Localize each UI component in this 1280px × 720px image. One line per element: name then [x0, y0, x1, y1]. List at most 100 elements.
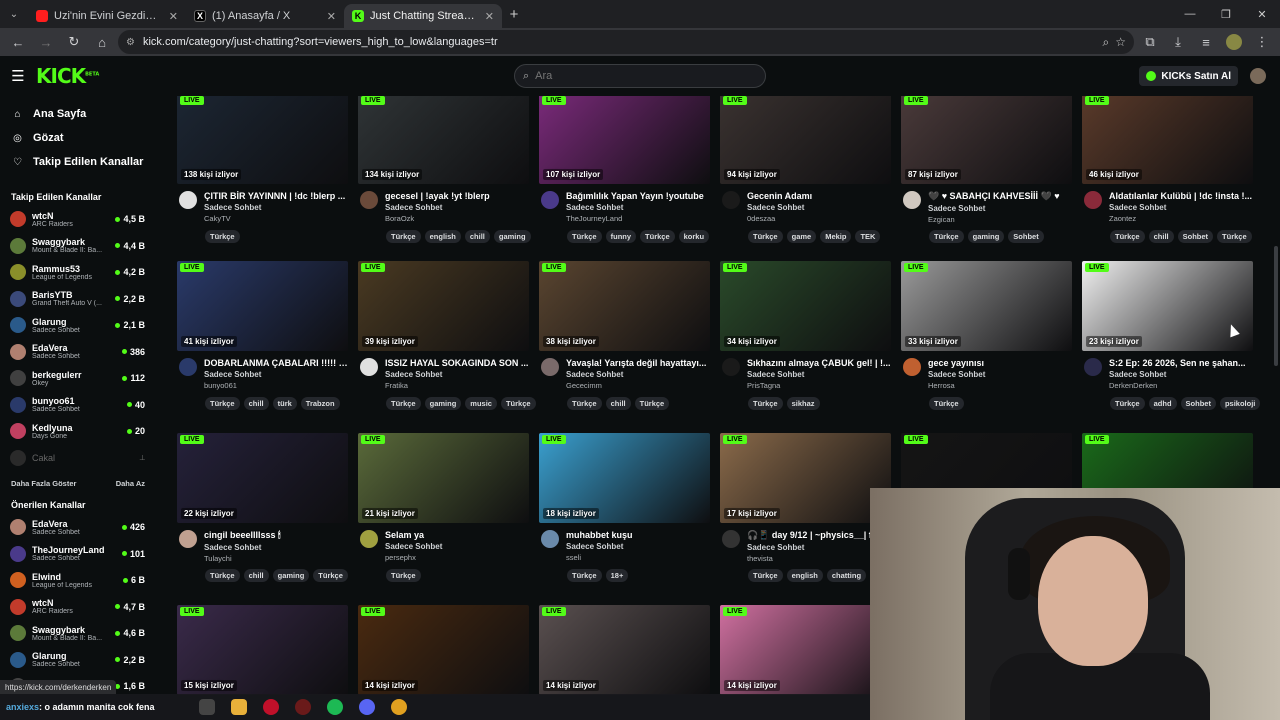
streamer-avatar[interactable] — [722, 530, 740, 548]
stream-card[interactable]: LIVE 34 kişi izliyor Sıkhazını almaya ÇA… — [720, 261, 891, 410]
sidebar-channel[interactable]: Glarung Sadece Sohbet 2,2 B — [0, 647, 156, 674]
stream-channel[interactable]: sseli — [566, 553, 710, 562]
stream-card[interactable]: LIVE 39 kişi izliyor ISSIZ HAYAL SOKAGIN… — [358, 261, 536, 410]
stream-channel[interactable]: Zaontez — [1109, 214, 1253, 223]
stream-title[interactable]: gecesel | !ayak !yt !blerp — [385, 191, 529, 201]
stream-category[interactable]: Sadece Sohbet — [566, 370, 710, 379]
sidebar-channel[interactable]: Kedlyuna Days Gone 20 — [0, 418, 156, 445]
recorder-icon[interactable] — [294, 699, 311, 715]
sidebar-channel[interactable]: berkegulerr Okey 112 — [0, 365, 156, 392]
stream-card[interactable]: LIVE 14 kişi izliyor — [539, 605, 710, 695]
stream-tag[interactable]: Sohbet — [1180, 397, 1216, 410]
stream-tag[interactable]: english — [424, 230, 461, 243]
nav-item-1[interactable]: ◎ Gözat — [12, 126, 146, 150]
stream-channel[interactable]: Tulaychi — [204, 554, 348, 563]
stream-tag[interactable]: Trabzon — [300, 397, 340, 410]
new-tab-button[interactable]: + — [502, 6, 526, 23]
stream-thumbnail[interactable]: LIVE 22 kişi izliyor — [177, 433, 348, 523]
stream-tag[interactable]: gaming — [272, 569, 310, 582]
stream-channel[interactable]: TheJourneyLand — [566, 214, 710, 223]
stream-tag[interactable]: chill — [1148, 230, 1174, 243]
stream-thumbnail[interactable]: LIVE 14 kişi izliyor — [720, 605, 891, 695]
stream-title[interactable]: cingil beeellllsss 🕯 — [204, 530, 348, 541]
stream-tag[interactable]: psikoloji — [1219, 397, 1261, 410]
site-info-icon[interactable]: ⚙ — [126, 37, 135, 48]
stream-thumbnail[interactable]: LIVE 38 kişi izliyor — [539, 261, 710, 351]
stream-thumbnail[interactable]: LIVE 34 kişi izliyor — [720, 261, 891, 351]
streamer-avatar[interactable] — [903, 191, 921, 209]
streamer-avatar[interactable] — [722, 191, 740, 209]
stream-tag[interactable]: Mekip — [820, 230, 852, 243]
stream-card[interactable]: LIVE 38 kişi izliyor Yavaşla! Yarışta de… — [539, 261, 710, 410]
stream-category[interactable]: Sadece Sohbet — [385, 203, 529, 212]
stream-title[interactable]: 🖤 ♥ SABAHÇI KAHVESİİİ 🖤 ♥ — [928, 191, 1072, 202]
stream-tag[interactable]: adhd — [1148, 397, 1177, 410]
stream-category[interactable]: Sadece Sohbet — [204, 370, 348, 379]
stream-tag[interactable]: Türkçe — [205, 397, 240, 410]
stream-tag[interactable]: chill — [243, 397, 269, 410]
discord-icon[interactable] — [358, 699, 375, 715]
stream-tag[interactable]: korku — [678, 230, 710, 243]
stream-tag[interactable]: Türkçe — [929, 230, 964, 243]
browser-tab-2[interactable]: K Just Chatting Streaming - Live ✕ — [344, 4, 502, 28]
stream-tag[interactable]: Sohbet — [1177, 230, 1214, 243]
stream-title[interactable]: DOBARLANMA ÇABALARI !!!!! !... — [204, 358, 348, 368]
stream-tag[interactable]: Türkçe — [500, 397, 536, 410]
streamer-avatar[interactable] — [1084, 191, 1102, 209]
stream-tag[interactable]: funny — [605, 230, 637, 243]
stream-tag[interactable]: gaming — [493, 230, 531, 243]
stream-category[interactable]: Sadece Sohbet — [928, 204, 1072, 213]
stream-tag[interactable]: english — [786, 569, 823, 582]
stream-category[interactable]: Sadece Sohbet — [747, 370, 891, 379]
stream-card[interactable]: LIVE 14 kişi izliyor — [720, 605, 891, 695]
stream-category[interactable]: Sadece Sohbet — [566, 203, 710, 212]
streamer-avatar[interactable] — [360, 358, 378, 376]
stream-category[interactable]: Sadece Sohbet — [566, 542, 710, 551]
sidebar-channel[interactable]: TheJourneyLand Sadece Sohbet 101 — [0, 541, 156, 568]
file-explorer-icon[interactable] — [230, 699, 247, 715]
stream-card[interactable]: LIVE 22 kişi izliyor cingil beeellllsss … — [177, 433, 348, 582]
show-less-button[interactable]: Daha Az — [116, 479, 145, 488]
stream-tag[interactable]: Türkçe — [748, 397, 783, 410]
task-view-icon[interactable] — [198, 699, 215, 715]
stream-card[interactable]: LIVE 107 kişi izliyor Bağımlılık Yapan Y… — [539, 96, 710, 243]
stream-category[interactable]: Sadece Sohbet — [1109, 370, 1253, 379]
search-input[interactable] — [535, 70, 736, 82]
streamer-avatar[interactable] — [360, 191, 378, 209]
stream-card[interactable]: LIVE 94 kişi izliyor Gecenin Adamı Sadec… — [720, 96, 891, 243]
stream-tag[interactable]: Türkçe — [313, 569, 348, 582]
stream-tag[interactable]: Türkçe — [929, 397, 964, 410]
stream-channel[interactable]: 0deszaa — [747, 214, 891, 223]
sidebar-channel[interactable]: Rammus53 League of Legends 4,2 B — [0, 259, 156, 286]
stream-thumbnail[interactable]: LIVE 94 kişi izliyor — [720, 96, 891, 184]
stream-thumbnail[interactable]: LIVE 87 kişi izliyor — [901, 96, 1072, 184]
stream-category[interactable]: Sadece Sohbet — [204, 203, 348, 212]
streamer-avatar[interactable] — [179, 358, 197, 376]
stream-tag[interactable]: Türkçe — [640, 230, 675, 243]
stream-thumbnail[interactable]: LIVE 17 kişi izliyor — [720, 433, 891, 523]
stream-thumbnail[interactable]: LIVE 134 kişi izliyor — [358, 96, 529, 184]
stream-title[interactable]: Sıkhazını almaya ÇABUK gel! | !... — [747, 358, 891, 368]
sidebar-channel[interactable]: Swaggybark Mount & Blade II: Ba... 4,4 B — [0, 233, 156, 260]
stream-category[interactable]: Sadece Sohbet — [928, 370, 1072, 379]
sidebar-channel[interactable]: Glarung Sadece Sohbet 2,1 B — [0, 312, 156, 339]
stream-channel[interactable]: PrisTagna — [747, 381, 891, 390]
stream-tag[interactable]: türk — [272, 397, 297, 410]
scroll-thumb[interactable] — [1274, 246, 1278, 366]
streamer-avatar[interactable] — [360, 530, 378, 548]
tab-close-icon[interactable]: ✕ — [485, 10, 494, 23]
streamer-avatar[interactable] — [903, 358, 921, 376]
back-icon[interactable]: ← — [6, 30, 30, 54]
stream-channel[interactable]: Gececimm — [566, 381, 710, 390]
sidebar-channel[interactable]: Elwind League of Legends 6 B — [0, 567, 156, 594]
tab-close-icon[interactable]: ✕ — [169, 10, 178, 23]
stream-title[interactable]: muhabbet kuşu — [566, 530, 710, 540]
sidebar-channel[interactable]: wtcN ARC Raiders 4,7 B — [0, 594, 156, 621]
stream-thumbnail[interactable]: LIVE 41 kişi izliyor — [177, 261, 348, 351]
tab-search-icon[interactable]: ⌄ — [0, 0, 28, 28]
stream-category[interactable]: Sadece Sohbet — [385, 370, 529, 379]
stream-category[interactable]: Sadece Sohbet — [204, 543, 348, 552]
stream-channel[interactable]: Fratika — [385, 381, 529, 390]
stream-channel[interactable]: bunyo061 — [204, 381, 348, 390]
browser-menu-icon[interactable]: ⋮ — [1250, 30, 1274, 54]
